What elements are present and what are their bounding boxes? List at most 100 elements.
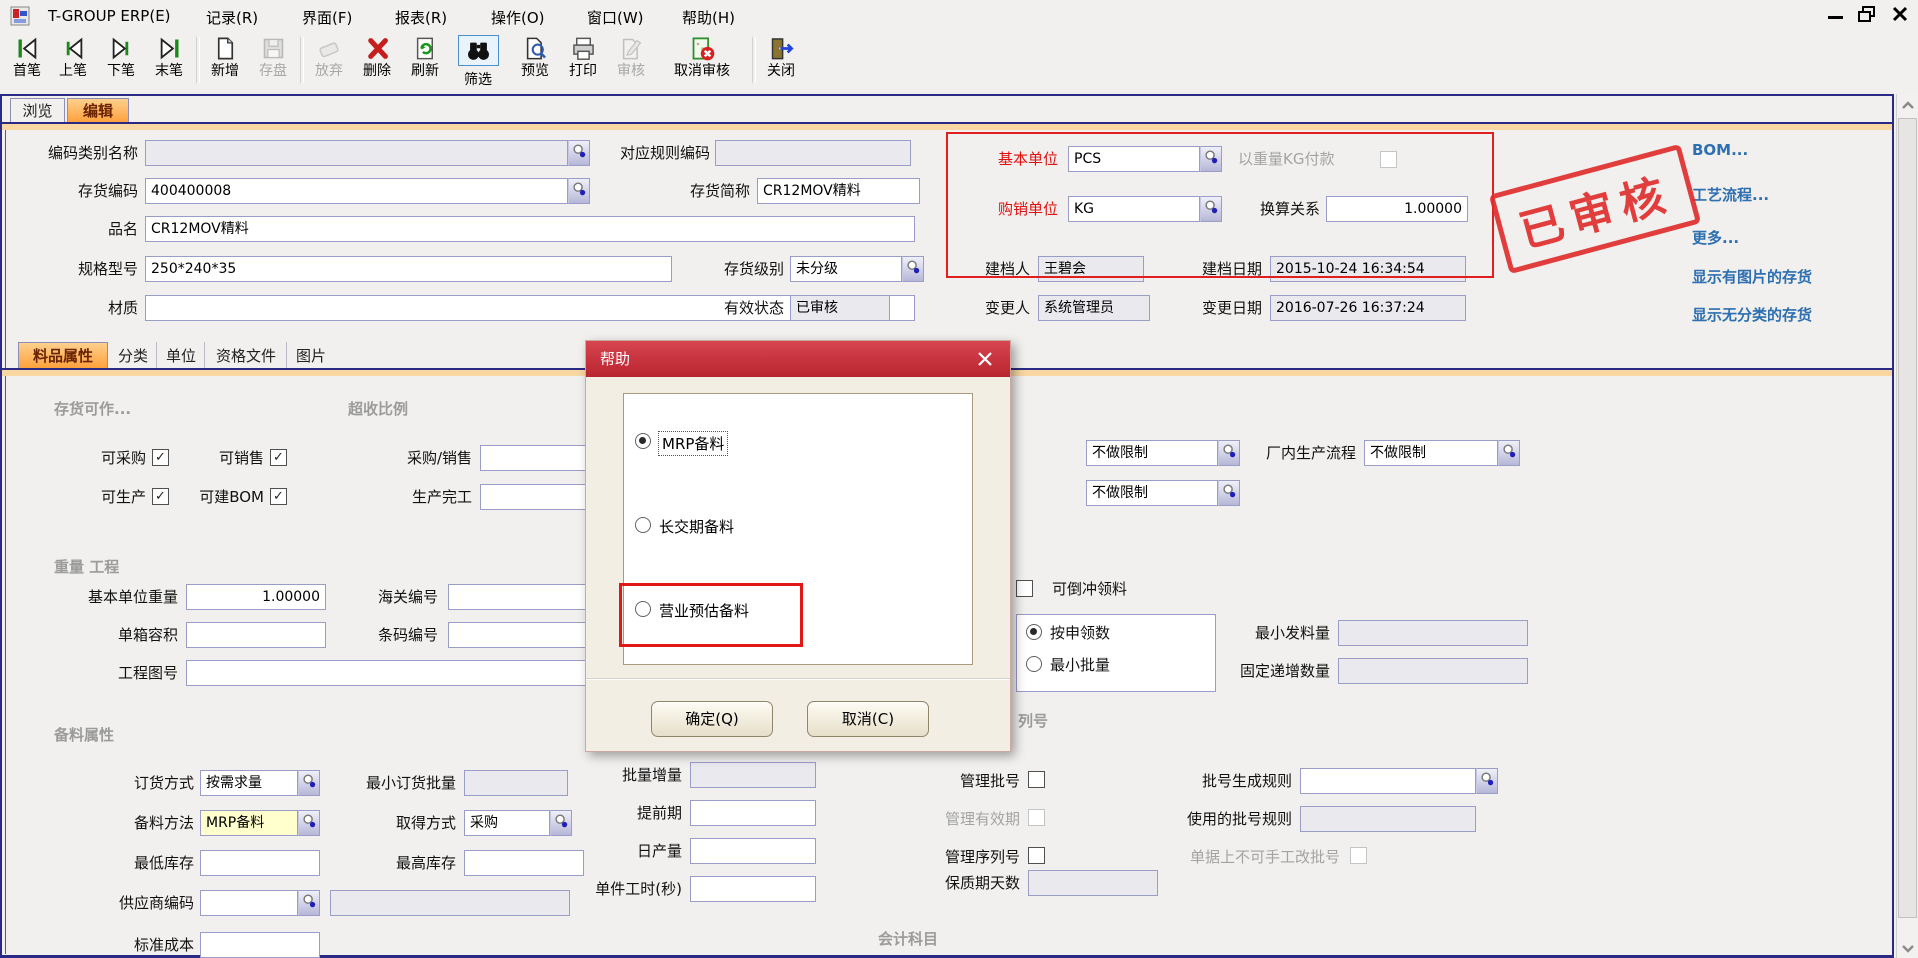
subtab-qualification[interactable]: 资格文件 (206, 342, 287, 370)
factory-flow-field[interactable]: 不做限制 (1364, 440, 1498, 466)
menu-record[interactable]: 记录(R) (206, 7, 258, 28)
order-mode-field[interactable]: 按需求量 (200, 770, 298, 796)
dialog-close-icon[interactable] (975, 349, 995, 369)
can-buy-checkbox[interactable] (152, 449, 169, 466)
option-mrp-radio[interactable] (635, 433, 651, 449)
tab-edit[interactable]: 编辑 (67, 98, 129, 124)
option-long-leadtime-radio[interactable] (635, 517, 651, 533)
limit2-lookup-button[interactable] (1218, 480, 1240, 506)
toolbar-discard-button[interactable]: 放弃 (306, 35, 352, 80)
unit-weight-field[interactable]: 1.00000 (186, 584, 326, 610)
can-bom-checkbox[interactable] (270, 488, 287, 505)
toolbar-preview-button[interactable]: 预览 (512, 35, 558, 80)
minimize-icon[interactable] (1828, 16, 1843, 19)
manage-expiry-checkbox[interactable] (1028, 809, 1045, 826)
limit1-lookup-button[interactable] (1218, 440, 1240, 466)
can-sell-checkbox[interactable] (270, 449, 287, 466)
vertical-scrollbar[interactable] (1896, 94, 1918, 958)
menu-tgroup-erp[interactable]: T-GROUP ERP(E) (48, 7, 171, 25)
min-issue-field[interactable] (1338, 620, 1528, 646)
scroll-up-icon[interactable] (1900, 98, 1916, 112)
issue-min-batch-radio[interactable] (1026, 656, 1042, 672)
spec-field[interactable]: 250*240*35 (145, 256, 672, 282)
limit2-field[interactable]: 不做限制 (1086, 480, 1218, 506)
manage-lot-checkbox[interactable] (1028, 771, 1045, 788)
scrollbar-thumb[interactable] (1898, 118, 1917, 918)
scroll-down-icon[interactable] (1900, 940, 1916, 954)
supplier-code-field[interactable] (200, 890, 298, 916)
toolbar-filter-button[interactable]: 筛选 (452, 35, 504, 89)
link-show-unclassified[interactable]: 显示无分类的存货 (1692, 304, 1812, 325)
toolbar-last-button[interactable]: 末笔 (146, 35, 192, 80)
inv-level-lookup-button[interactable] (902, 256, 924, 282)
acquire-mode-lookup-button[interactable] (550, 810, 572, 836)
can-make-checkbox[interactable] (152, 488, 169, 505)
used-lot-rule-field[interactable] (1300, 806, 1476, 832)
batch-increment-field[interactable] (690, 762, 816, 788)
min-order-field[interactable] (464, 770, 568, 796)
code-category-lookup-button[interactable] (568, 140, 590, 166)
toolbar-save-button[interactable]: 存盘 (250, 35, 296, 80)
toolbar-new-button[interactable]: 新增 (202, 35, 248, 80)
code-category-field[interactable] (145, 140, 568, 166)
fixed-increment-field[interactable] (1338, 658, 1528, 684)
menu-report[interactable]: 报表(R) (395, 7, 447, 28)
tab-browse[interactable]: 浏览 (10, 98, 65, 124)
inv-abbr-field[interactable]: CR12MOV精料 (757, 178, 920, 204)
shelf-days-field[interactable] (1028, 870, 1158, 896)
prep-method-field[interactable]: MRP备料 (200, 810, 298, 836)
lot-rule-field[interactable] (1300, 768, 1476, 794)
supplier-code-lookup-button[interactable] (298, 890, 320, 916)
link-process-flow[interactable]: 工艺流程... (1692, 184, 1769, 205)
cycle-time-field[interactable] (690, 876, 816, 902)
subtab-classification[interactable]: 分类 (110, 342, 157, 370)
backflush-checkbox[interactable] (1016, 580, 1033, 597)
link-show-with-images[interactable]: 显示有图片的存货 (1692, 266, 1812, 287)
toolbar-refresh-button[interactable]: 刷新 (402, 35, 448, 80)
no-manual-lot-checkbox[interactable] (1350, 847, 1367, 864)
toolbar-delete-button[interactable]: 删除 (354, 35, 400, 80)
inv-code-field[interactable]: 400400008 (145, 178, 568, 204)
manage-serial-checkbox[interactable] (1028, 847, 1045, 864)
lot-rule-lookup-button[interactable] (1476, 768, 1498, 794)
menu-window[interactable]: 窗口(W) (587, 7, 644, 28)
toolbar-close-button[interactable]: 关闭 (758, 35, 804, 80)
min-stock-field[interactable] (200, 850, 320, 876)
inv-level-field[interactable]: 未分级 (790, 256, 902, 282)
limit1-field[interactable]: 不做限制 (1086, 440, 1218, 466)
daily-output-field[interactable] (690, 838, 816, 864)
help-dialog-titlebar[interactable]: 帮助 (586, 341, 1010, 377)
toolbar-next-button[interactable]: 下笔 (98, 35, 144, 80)
toolbar-prev-button[interactable]: 上笔 (50, 35, 96, 80)
subtab-item-attributes[interactable]: 料品属性 (18, 342, 108, 370)
prep-method-lookup-button[interactable] (298, 810, 320, 836)
menu-help[interactable]: 帮助(H) (682, 7, 735, 28)
acquire-mode-field[interactable]: 采购 (464, 810, 550, 836)
close-window-icon[interactable] (1892, 6, 1908, 22)
option-mrp-label[interactable]: MRP备料 (658, 431, 728, 456)
rule-code-field[interactable] (715, 140, 911, 166)
cancel-button[interactable]: 取消(C) (807, 701, 929, 737)
menu-interface[interactable]: 界面(F) (302, 7, 352, 28)
issue-by-request-radio[interactable] (1026, 624, 1042, 640)
factory-flow-lookup-button[interactable] (1498, 440, 1520, 466)
box-volume-field[interactable] (186, 622, 326, 648)
subtab-unit[interactable]: 单位 (158, 342, 205, 370)
max-stock-field[interactable] (464, 850, 584, 876)
toolbar-first-button[interactable]: 首笔 (4, 35, 50, 80)
option-long-leadtime-label[interactable]: 长交期备料 (659, 516, 734, 537)
toolbar-audit-button[interactable]: 审核 (608, 35, 654, 80)
order-mode-lookup-button[interactable] (298, 770, 320, 796)
link-bom[interactable]: BOM... (1692, 141, 1748, 159)
toolbar-print-button[interactable]: 打印 (560, 35, 606, 80)
inv-code-lookup-button[interactable] (568, 178, 590, 204)
product-name-field[interactable]: CR12MOV精料 (145, 216, 915, 242)
toolbar-cancel-audit-button[interactable]: 取消审核 (656, 35, 748, 80)
ok-button[interactable]: 确定(Q) (651, 701, 773, 737)
link-more[interactable]: 更多... (1692, 227, 1739, 248)
menu-operate[interactable]: 操作(O) (491, 7, 545, 28)
lead-time-field[interactable] (690, 800, 816, 826)
std-cost-field[interactable] (200, 932, 320, 958)
restore-icon[interactable] (1858, 6, 1876, 22)
subtab-image[interactable]: 图片 (288, 342, 334, 370)
